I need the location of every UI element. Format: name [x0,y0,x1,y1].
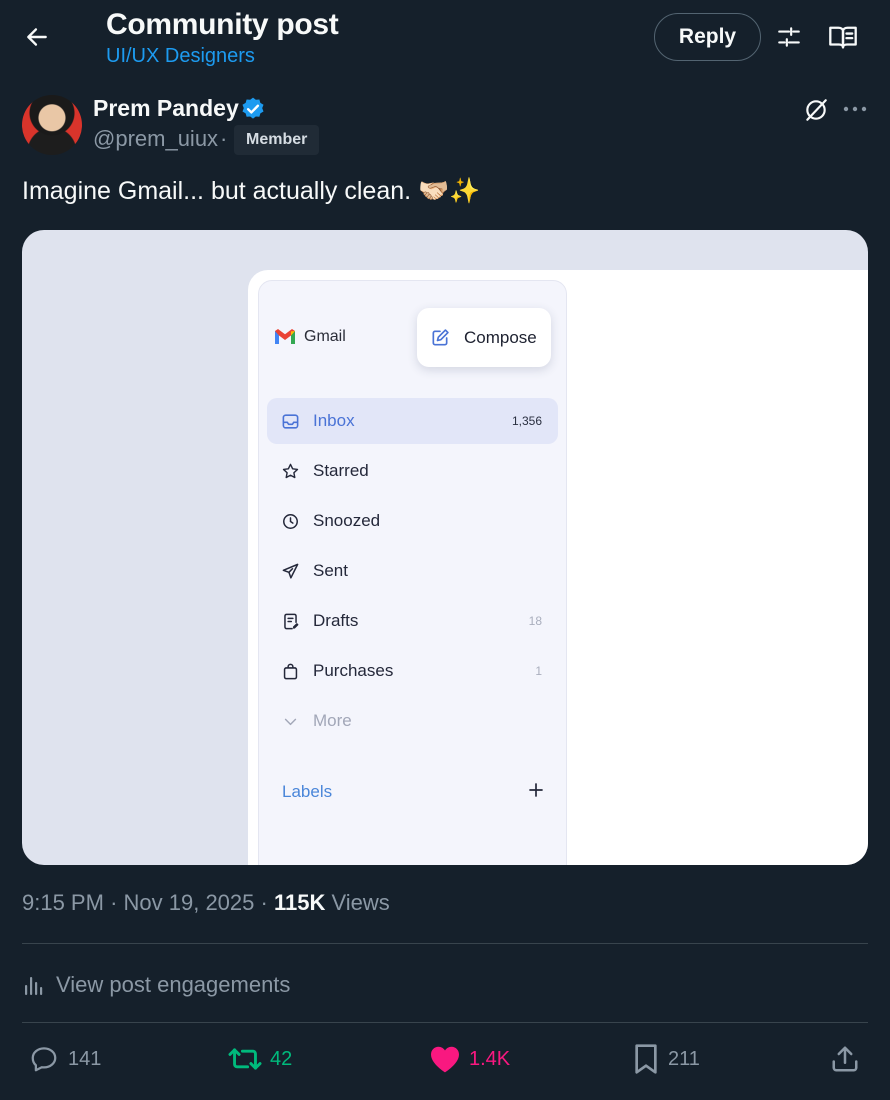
bookmark-count: 211 [668,1047,700,1070]
send-icon [280,561,300,581]
nav-label: Drafts [313,611,359,630]
gmail-logo-icon [275,329,295,344]
reply-button[interactable]: Reply [654,13,761,61]
handle-separator: · [220,126,228,151]
engagements-label: View post engagements [56,972,291,997]
divider [22,943,868,944]
compose-button: Compose [417,308,551,367]
post-meta: 9:15 PM · Nov 19, 2025 · 115K Views [22,890,390,916]
book-open-icon [829,26,857,49]
back-button[interactable] [18,18,56,56]
bag-icon [280,661,300,681]
nav-item-inbox: Inbox 1,356 [267,398,558,444]
author-name[interactable]: Prem Pandey [93,95,239,122]
like-count: 1.4K [469,1047,511,1070]
arrow-left-icon [27,28,47,46]
nav-item-drafts: Drafts 18 [267,598,558,644]
nav-item-purchases: Purchases 1 [267,648,558,694]
clock-icon [280,511,300,531]
page-title: Community post [106,8,339,41]
heart-icon [431,1046,459,1073]
nav-item-starred: Starred [267,448,558,494]
edit-icon [432,328,449,345]
nav-label: Inbox [313,411,355,430]
labels-heading: Labels [282,782,333,801]
more-horizontal-icon [843,106,867,112]
bookmark-action[interactable]: 211 [632,1041,700,1077]
reply-action[interactable]: 141 [28,1041,101,1077]
share-action[interactable] [830,1041,860,1077]
grok-button[interactable] [800,95,832,125]
add-label-button [524,778,548,802]
nav-label: Snoozed [313,511,381,530]
member-badge: Member [234,125,320,155]
view-engagements-link[interactable]: View post engagements [22,969,290,1001]
meta-separator: · [260,890,268,915]
nav-label: More [313,711,352,730]
reply-count: 141 [68,1047,102,1070]
nav-label: Sent [313,561,348,580]
like-action[interactable]: 1.4K [429,1041,510,1077]
gmail-wordmark: Gmail [304,328,346,345]
more-options-button[interactable] [840,95,870,123]
nav-item-snoozed: Snoozed [267,498,558,544]
post-date[interactable]: Nov 19, 2025 [124,890,255,915]
filter-button[interactable] [772,20,806,54]
nav-label: Purchases [313,661,394,680]
bookmark-icon [635,1044,657,1074]
nav-count: 18 [528,614,542,628]
post-media-image[interactable]: Gmail Compose Inbox 1,356 Starred Snooze… [22,230,868,865]
views-label: Views [331,890,390,915]
nav-count: 1 [535,664,542,678]
draft-icon [280,611,300,631]
compose-label: Compose [464,327,537,347]
comment-icon [31,1047,57,1072]
reader-button[interactable] [825,20,861,54]
post-time[interactable]: 9:15 PM [22,890,104,915]
nav-label: Starred [313,461,369,480]
meta-separator: · [110,890,118,915]
plus-icon [529,783,543,797]
community-link[interactable]: UI/UX Designers [106,45,255,68]
author-handle[interactable]: @prem_uiux [93,126,218,152]
repost-action[interactable]: 42 [228,1041,292,1077]
chevron-down-icon [280,711,300,731]
analytics-icon [25,977,43,995]
inbox-icon [280,411,300,431]
post-detail-page: Community post UI/UX Designers Reply Pre… [0,0,890,1100]
nav-item-more: More [267,698,558,744]
sliders-icon [778,27,800,47]
repost-icon [228,1048,262,1070]
nav-item-sent: Sent [267,548,558,594]
avatar[interactable] [22,95,82,155]
verified-badge-icon [242,97,264,119]
divider [22,1022,868,1023]
share-icon [832,1046,858,1072]
nav-count: 1,356 [511,414,542,428]
post-text: Imagine Gmail... but actually clean. 🫱🏻‍… [22,177,481,205]
views-count: 115K [273,890,326,915]
repost-count: 42 [270,1047,293,1070]
grok-icon [806,99,827,121]
star-icon [280,461,300,481]
